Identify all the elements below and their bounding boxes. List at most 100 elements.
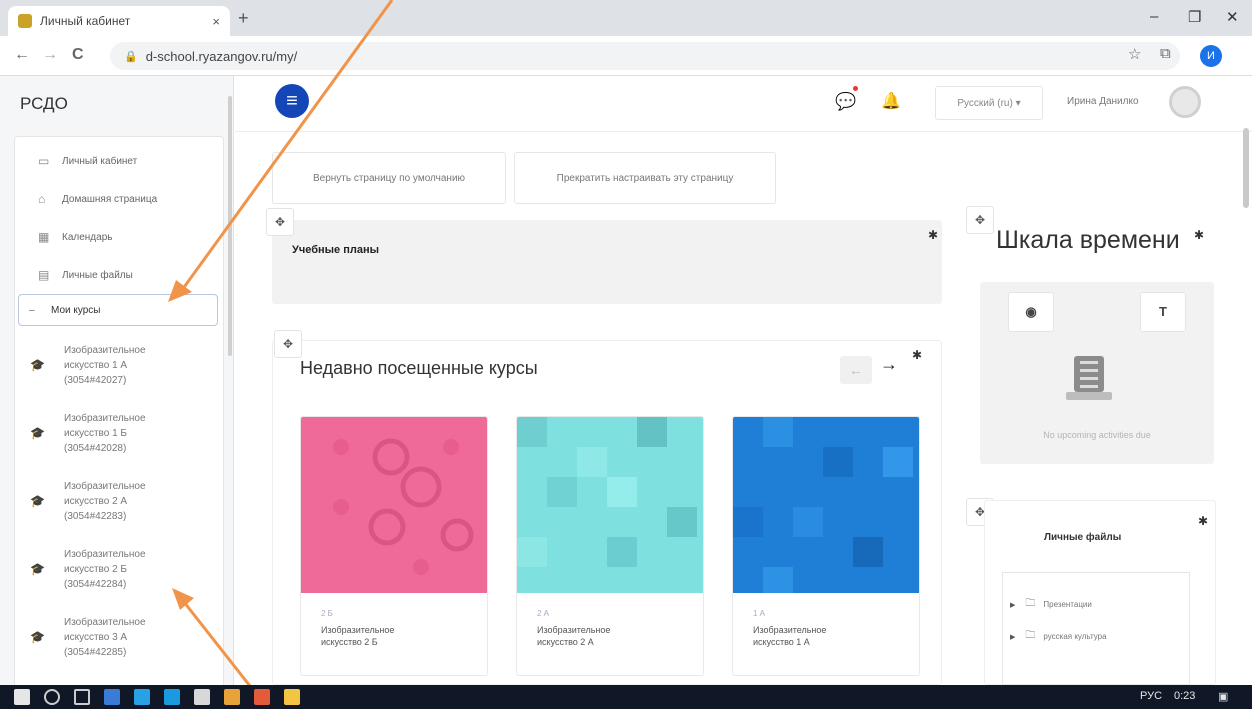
sidebar-item-dashboard[interactable]: ▭ Личный кабинет [14, 146, 224, 176]
folder-icon: 🗀 [1025, 630, 1036, 641]
stop-customise-button[interactable]: Прекратить настраивать эту страницу [514, 152, 776, 204]
timeline-sort-button[interactable]: ◉ [1008, 292, 1054, 332]
course-id: (3054#42028) [64, 442, 127, 454]
messages-icon[interactable]: 💬 [835, 92, 856, 112]
dashboard-icon: ▭ [38, 154, 50, 168]
course-icon: 🎓 [30, 562, 45, 576]
course-name-line2: искусство 1 А [64, 359, 128, 371]
sidebar-course-item[interactable]: 🎓 Изобразительное искусство 3 А (3054#42… [30, 604, 220, 670]
sidebar-item-label: Мои курсы [51, 304, 101, 316]
file-tree-item[interactable]: ▶ 🗀 русская культура [1010, 628, 1107, 645]
course-card[interactable]: 2 Б Изобразительное искусство 2 Б [300, 416, 488, 676]
course-title-line2[interactable]: искусство 1 А [753, 637, 810, 647]
profile-avatar[interactable]: И [1200, 45, 1222, 67]
course-title-line2[interactable]: искусство 2 А [537, 637, 594, 647]
course-icon: 🎓 [30, 630, 45, 644]
search-icon[interactable] [44, 689, 60, 705]
store-icon[interactable] [164, 689, 180, 705]
sidebar-item-calendar[interactable]: ▦ Календарь [14, 222, 224, 252]
os-taskbar: РУС 0:23 ▣ [0, 685, 1252, 709]
page-header: ≡ 💬 🔔 Русский (ru) ▾ Ирина Данилко [235, 76, 1252, 132]
browser-tab[interactable]: Личный кабинет × [8, 6, 230, 36]
timeline-title: Шкала времени [996, 226, 1180, 254]
reload-button[interactable]: C [72, 46, 84, 64]
course-title[interactable]: Изобразительное [537, 623, 687, 637]
gear-icon[interactable]: ✱ [1194, 228, 1204, 242]
avatar[interactable] [1169, 86, 1201, 118]
course-category: 1 А [753, 609, 766, 618]
bell-icon[interactable]: 🔔 [881, 91, 901, 111]
close-window-button[interactable]: ✕ [1226, 8, 1239, 26]
tab-close-icon[interactable]: × [212, 14, 220, 29]
clock[interactable]: 0:23 [1174, 690, 1195, 702]
sidebar-scrollbar[interactable] [228, 96, 232, 356]
minimize-button[interactable]: – [1150, 8, 1158, 25]
forward-button[interactable]: → [42, 46, 58, 64]
task-view-icon[interactable] [74, 689, 90, 705]
page-scrollbar[interactable] [1243, 128, 1249, 208]
course-title[interactable]: Изобразительное [753, 623, 903, 637]
course-name-line2: искусство 2 А [64, 495, 128, 507]
windows-start-icon[interactable] [14, 689, 30, 705]
course-name-line2: искусство 3 А [64, 631, 128, 643]
expand-icon[interactable]: ▶ [1010, 633, 1015, 641]
course-icon: 🎓 [30, 426, 45, 440]
course-id: (3054#42283) [64, 510, 127, 522]
input-language[interactable]: РУС [1140, 690, 1162, 702]
user-name[interactable]: Ирина Данилко [1067, 96, 1139, 107]
course-id: (3054#42284) [64, 578, 127, 590]
app-icon[interactable] [104, 689, 120, 705]
learning-plans-title: Учебные планы [292, 244, 379, 256]
gear-icon[interactable]: ✱ [1198, 514, 1208, 528]
address-bar[interactable]: 🔒 d-school.ryazangov.ru/my/ [110, 42, 1180, 70]
sidebar-item-label: Личный кабинет [62, 155, 138, 167]
language-menu[interactable]: Русский (ru) ▾ [935, 86, 1043, 120]
sidebar-course-item[interactable]: 🎓 Изобразительное искусство 2 А (3054#42… [30, 468, 220, 534]
app-icon[interactable] [224, 689, 240, 705]
move-icon[interactable]: ✥ [274, 330, 302, 358]
app-icon[interactable] [194, 689, 210, 705]
move-icon[interactable]: ✥ [966, 206, 994, 234]
move-icon[interactable]: ✥ [266, 208, 294, 236]
notifications-icon[interactable]: ▣ [1218, 690, 1228, 703]
sidebar-course-item[interactable]: 🎓 Изобразительное искусство 1 А (3054#42… [30, 332, 220, 398]
tab-title: Личный кабинет [40, 14, 131, 28]
course-title-line2[interactable]: искусство 2 Б [321, 637, 378, 647]
new-tab-button[interactable]: + [238, 8, 249, 29]
site-favicon-icon [18, 14, 32, 28]
gear-icon[interactable]: ✱ [928, 228, 938, 242]
edge-icon[interactable] [134, 689, 150, 705]
drawer-toggle-button[interactable]: ≡ [275, 84, 309, 118]
learning-plans-block [272, 220, 942, 304]
prev-arrow-icon[interactable]: ← [840, 356, 872, 384]
sidebar-item-home[interactable]: ⌂ Домашняя страница [14, 184, 224, 214]
next-arrow-icon[interactable]: → [880, 354, 898, 375]
home-icon: ⌂ [38, 192, 46, 206]
course-id: (3054#42027) [64, 374, 127, 386]
sidebar-course-item[interactable]: 🎓 Изобразительное искусство 1 Б (3054#42… [30, 400, 220, 466]
sidebar-course-item[interactable]: 🎓 Изобразительное искусство 2 Б (3054#42… [30, 536, 220, 602]
timeline-filter-button[interactable]: T [1140, 292, 1186, 332]
course-card[interactable]: 2 А Изобразительное искусство 2 А [516, 416, 704, 676]
sidebar-item-label: Календарь [62, 231, 113, 243]
reset-page-button[interactable]: Вернуть страницу по умолчанию [272, 152, 506, 204]
course-card[interactable]: 1 А Изобразительное искусство 1 А [732, 416, 920, 676]
file-tree-item[interactable]: ▶ 🗀 Презентации [1010, 596, 1092, 613]
course-title[interactable]: Изобразительное [321, 623, 471, 637]
extension-icon[interactable]: ⧉ [1160, 45, 1171, 62]
sidebar-item-files[interactable]: ▤ Личные файлы [14, 260, 224, 290]
back-button[interactable]: ← [14, 46, 30, 64]
course-id: (3054#42285) [64, 646, 127, 658]
bookmark-star-icon[interactable]: ☆ [1128, 45, 1141, 63]
site-name[interactable]: РСДО [20, 94, 68, 114]
recent-courses-title: Недавно посещенные курсы [300, 358, 538, 378]
expand-icon[interactable]: ▶ [1010, 601, 1015, 609]
maximize-button[interactable]: ❐ [1188, 8, 1201, 26]
sidebar-item-label: Личные файлы [62, 269, 133, 281]
app-icon[interactable] [254, 689, 270, 705]
gear-icon[interactable]: ✱ [912, 348, 922, 362]
chrome-icon[interactable] [284, 689, 300, 705]
browser-tabbar: Личный кабинет × + – ❐ ✕ [0, 0, 1252, 36]
sidebar-item-my-courses[interactable]: – Мои курсы [18, 294, 218, 326]
course-name-line1: Изобразительное [64, 480, 146, 492]
